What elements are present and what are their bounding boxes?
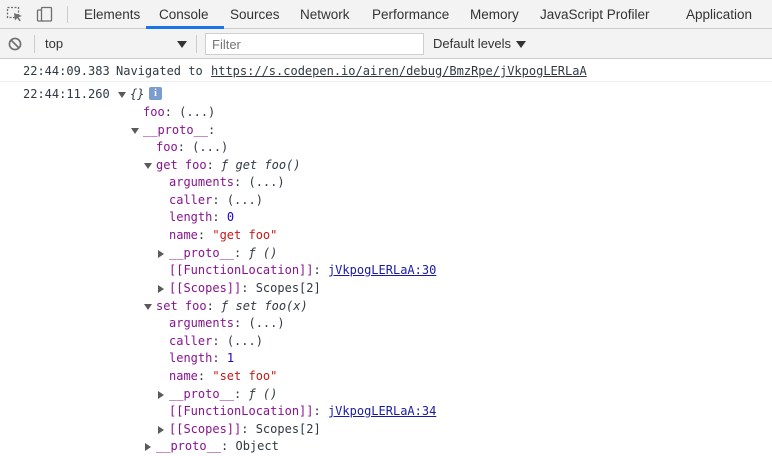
property-key: [[Scopes]] [169,281,242,295]
property-row[interactable]: length: 1 [169,350,234,366]
tab-application[interactable]: Application [686,0,752,29]
property-key: __proto__ [169,246,235,260]
property-key: [[Scopes]] [169,422,242,436]
log-levels-selector[interactable]: Default levels [433,29,511,59]
property-row[interactable]: length: 0 [169,209,234,225]
property-row[interactable]: [[FunctionLocation]]: jVkpogLERLaA:30 [169,262,436,278]
property-row[interactable]: set foo: ƒ set foo(x) [156,298,308,314]
property-value: ƒ get foo() [221,158,301,172]
property-value: (...) [248,316,285,330]
expand-triangle-icon[interactable] [130,125,140,135]
tab-bar-divider [67,6,68,23]
property-key: name [169,228,198,242]
toolbar-divider [34,35,35,53]
collapsed-triangle-icon[interactable] [156,424,166,434]
property-value: (...) [248,175,285,189]
property-row[interactable]: [[FunctionLocation]]: jVkpogLERLaA:34 [169,403,436,419]
property-row[interactable]: foo: (...) [143,104,215,120]
property-row[interactable]: __proto__: Object [156,438,279,454]
property-value: ƒ () [248,246,278,260]
context-selector[interactable]: top [45,29,63,59]
property-key: caller [169,193,213,207]
function-location-link[interactable]: jVkpogLERLaA:34 [328,404,436,418]
property-value: Scopes[2] [255,422,321,436]
property-row[interactable]: caller: (...) [169,333,263,349]
tab-sources[interactable]: Sources [230,0,280,29]
console-messages: 22:44:09.383 Navigated to https://s.code… [0,60,772,456]
property-row[interactable]: __proto__: ƒ () [169,245,277,261]
property-row[interactable]: arguments: (...) [169,315,285,331]
tab-memory[interactable]: Memory [470,0,519,29]
expand-triangle-icon[interactable] [143,301,153,311]
property-key: caller [169,334,213,348]
property-value: Object [235,439,279,453]
property-row[interactable]: arguments: (...) [169,174,285,190]
property-key: [[FunctionLocation]] [169,404,314,418]
property-value: (...) [226,334,263,348]
context-dropdown-arrow-icon[interactable] [177,38,187,48]
inspect-element-icon[interactable] [6,6,24,23]
property-row[interactable]: __proto__: [143,122,215,138]
property-value: (...) [179,105,216,119]
property-value: ƒ set foo(x) [221,299,308,313]
property-key: foo [156,140,178,154]
property-value: (...) [192,140,229,154]
property-key: get foo [156,158,207,172]
property-value: "get foo" [212,228,278,242]
tab-performance[interactable]: Performance [372,0,449,29]
tab-network[interactable]: Network [300,0,350,29]
property-value: ƒ () [248,387,278,401]
navigated-url-link[interactable]: https://s.codepen.io/airen/debug/BmzRpe/… [211,64,587,78]
property-value: "set foo" [212,369,278,383]
collapsed-triangle-icon[interactable] [156,283,166,293]
message-timestamp: 22:44:11.260 [23,87,110,101]
devtools-tab-bar: Elements Console Sources Network Perform… [0,0,772,29]
property-row[interactable]: foo: (...) [156,139,228,155]
property-value: (...) [226,193,263,207]
toolbar-divider [196,35,197,53]
property-value: Scopes[2] [255,281,321,295]
clear-console-icon[interactable] [8,37,22,51]
function-location-link[interactable]: jVkpogLERLaA:30 [328,263,436,277]
levels-dropdown-arrow-icon[interactable] [516,38,526,48]
collapsed-triangle-icon[interactable] [156,248,166,258]
property-key: name [169,369,198,383]
property-key: length [169,210,213,224]
tab-console[interactable]: Console [159,0,209,29]
tab-javascript-profiler[interactable]: JavaScript Profiler [540,0,650,29]
property-key: __proto__ [156,439,222,453]
property-key: arguments [169,316,235,330]
property-row[interactable]: caller: (...) [169,192,263,208]
property-key: [[FunctionLocation]] [169,263,314,277]
property-row[interactable]: [[Scopes]]: Scopes[2] [169,421,321,437]
object-summary[interactable]: {} [130,86,144,102]
property-key: foo [143,105,165,119]
property-value: 0 [226,210,235,224]
property-row[interactable]: __proto__: ƒ () [169,386,277,402]
property-row[interactable]: name: "set foo" [169,368,277,384]
property-key: __proto__ [143,123,209,137]
filter-input[interactable] [205,33,424,55]
property-key: set foo [156,299,207,313]
navigation-message: 22:44:09.383 Navigated to https://s.code… [0,60,772,82]
navigated-to-text: Navigated to [116,64,203,78]
expand-triangle-icon[interactable] [117,89,127,99]
console-toolbar: top Default levels [0,29,772,59]
property-value: 1 [226,351,235,365]
property-row[interactable]: get foo: ƒ get foo() [156,157,301,173]
info-icon[interactable]: i [149,87,162,100]
message-timestamp: 22:44:09.383 [23,64,110,78]
property-row[interactable]: name: "get foo" [169,227,277,243]
device-toolbar-icon[interactable] [36,6,54,23]
property-row[interactable]: [[Scopes]]: Scopes[2] [169,280,321,296]
tab-elements[interactable]: Elements [84,0,140,29]
property-key: __proto__ [169,387,235,401]
collapsed-triangle-icon[interactable] [143,441,153,451]
collapsed-triangle-icon[interactable] [156,389,166,399]
property-key: length [169,351,213,365]
property-key: arguments [169,175,235,189]
expand-triangle-icon[interactable] [143,160,153,170]
